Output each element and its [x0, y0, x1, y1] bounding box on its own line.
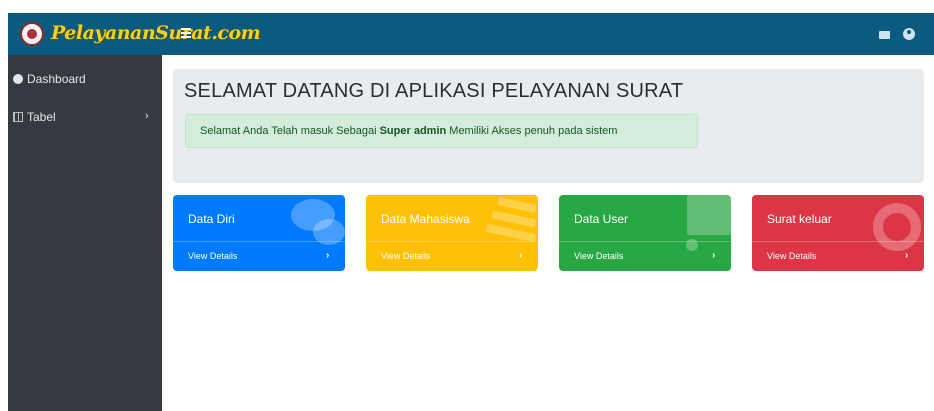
chevron-right-icon: ›	[145, 110, 149, 122]
dashboard-icon	[13, 74, 23, 84]
card-data-user: Data User View Details ›	[559, 195, 731, 271]
sidebar: Dashboard Tabel ›	[8, 55, 162, 411]
user-circle-icon[interactable]	[903, 28, 915, 40]
alert-role: Super admin	[379, 125, 447, 137]
hamburger-icon[interactable]	[181, 28, 191, 40]
view-details-link[interactable]: View Details	[767, 251, 816, 261]
card-data-diri: Data Diri View Details ›	[173, 195, 345, 271]
chevron-right-icon: ›	[905, 250, 909, 261]
card-footer-link[interactable]: View Details ›	[559, 241, 731, 271]
chevron-right-icon: ›	[326, 250, 330, 261]
view-details-link[interactable]: View Details	[574, 251, 623, 261]
list-icon	[497, 197, 537, 213]
sidebar-item-tabel[interactable]: Tabel ›	[8, 107, 162, 131]
alert-suffix: Memiliki Akses penuh pada sistem	[446, 125, 618, 137]
card-title: Data Mahasiswa	[381, 212, 470, 226]
logo-emblem[interactable]	[20, 22, 44, 46]
welcome-panel: SELAMAT DATANG DI APLIKASI PELAYANAN SUR…	[173, 69, 924, 183]
card-footer-link[interactable]: View Details ›	[752, 241, 924, 271]
view-details-link[interactable]: View Details	[381, 251, 430, 261]
sidebar-item-label: Dashboard	[27, 72, 86, 86]
card-footer-link[interactable]: View Details ›	[366, 241, 538, 271]
card-data-mahasiswa: Data Mahasiswa View Details ›	[366, 195, 538, 271]
card-title: Data Diri	[188, 212, 235, 226]
shopping-cart-icon	[687, 195, 731, 235]
card-title: Data User	[574, 212, 629, 226]
card-title: Surat keluar	[767, 212, 832, 226]
card-surat-keluar: Surat keluar View Details ›	[752, 195, 924, 271]
alert-prefix: Selamat Anda Telah masuk Sebagai	[200, 125, 380, 137]
list-icon-line-2	[491, 210, 537, 228]
page-title: SELAMAT DATANG DI APLIKASI PELAYANAN SUR…	[184, 80, 684, 102]
brand-name[interactable]: PelayananSurat.com	[51, 22, 261, 44]
envelope-icon[interactable]	[879, 31, 890, 39]
welcome-alert: Selamat Anda Telah masuk Sebagai Super a…	[185, 114, 698, 148]
table-icon	[13, 112, 23, 122]
chevron-right-icon: ›	[519, 250, 523, 261]
list-icon-line-3	[485, 223, 537, 243]
view-details-link[interactable]: View Details	[188, 251, 237, 261]
sidebar-item-dashboard[interactable]: Dashboard	[8, 69, 162, 93]
sidebar-item-label: Tabel	[27, 110, 56, 124]
top-navbar: PelayananSurat.com	[8, 13, 934, 55]
card-footer-link[interactable]: View Details ›	[173, 241, 345, 271]
chevron-right-icon: ›	[712, 250, 716, 261]
